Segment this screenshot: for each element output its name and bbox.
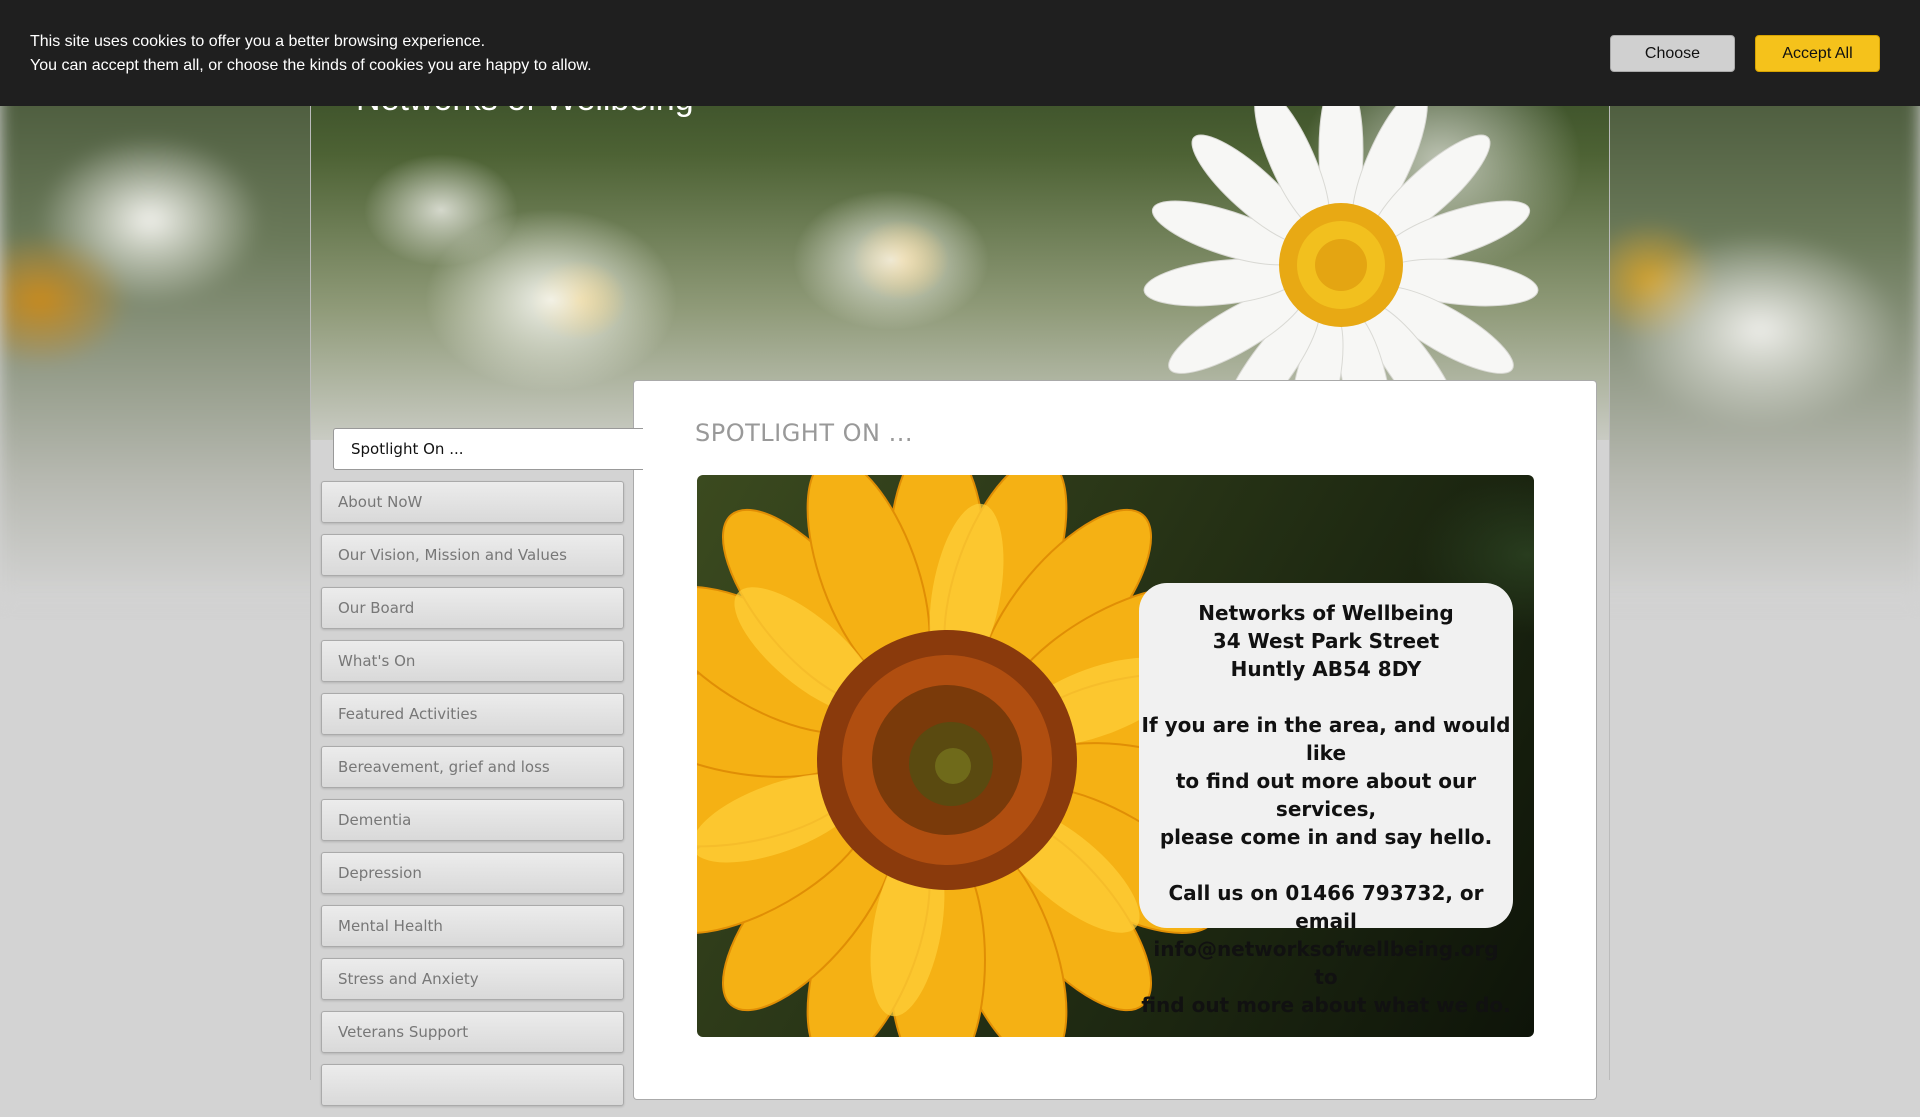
accept-all-cookies-button[interactable]: Accept All: [1755, 35, 1880, 72]
card-invite-line-1: If you are in the area, and would like: [1141, 713, 1511, 765]
card-call-line-1: Call us on 01466 793732, or email: [1168, 881, 1484, 933]
sidebar-item-our-board[interactable]: Our Board: [321, 587, 624, 629]
choose-cookies-button[interactable]: Choose: [1610, 35, 1735, 72]
card-invite-line-3: please come in and say hello.: [1159, 825, 1493, 849]
contact-info-card: Networks of Wellbeing 34 West Park Stree…: [1139, 583, 1513, 1017]
sidebar-item-featured-activities[interactable]: Featured Activities: [321, 693, 624, 735]
card-town: Huntly AB54 8DY: [1230, 657, 1422, 681]
sidebar-item-current[interactable]: Spotlight On ...: [333, 428, 643, 470]
cookie-message-line-2: You can accept them all, or choose the k…: [30, 57, 592, 74]
sidebar-item-stress-anxiety[interactable]: Stress and Anxiety: [321, 958, 624, 1000]
card-street: 34 West Park Street: [1212, 629, 1440, 653]
sidebar-item-about-now[interactable]: About NoW: [321, 481, 624, 523]
sidebar-item-bereavement[interactable]: Bereavement, grief and loss: [321, 746, 624, 788]
card-call-line-2: info@networksofwellbeing.org to: [1153, 937, 1499, 989]
card-call-line-3: find out more about what we do.: [1141, 993, 1511, 1017]
page-title: SPOTLIGHT ON ...: [695, 419, 913, 447]
cookie-message: This site uses cookies to offer you a be…: [30, 30, 592, 78]
card-invite-line-2: to find out more about our services,: [1175, 769, 1477, 821]
spotlight-image: Networks of Wellbeing 34 West Park Stree…: [697, 475, 1534, 1037]
sidebar-item-mental-health[interactable]: Mental Health: [321, 905, 624, 947]
sidebar-item-vision-mission-values[interactable]: Our Vision, Mission and Values: [321, 534, 624, 576]
sidebar-item-dementia[interactable]: Dementia: [321, 799, 624, 841]
sidebar-item-veterans-support[interactable]: Veterans Support: [321, 1011, 624, 1053]
card-org-name: Networks of Wellbeing: [1198, 601, 1454, 625]
sidebar-item-partial[interactable]: [321, 1064, 624, 1106]
sidebar-nav: About NoW Our Vision, Mission and Values…: [321, 481, 624, 1117]
sidebar-item-depression[interactable]: Depression: [321, 852, 624, 894]
cookie-message-line-1: This site uses cookies to offer you a be…: [30, 33, 486, 50]
main-content-panel: SPOTLIGHT ON ... Networks of Wellbeing 3…: [633, 380, 1597, 1100]
page-container: Networks of Wellbeing Spotlight On ... A…: [310, 0, 1610, 1106]
cookie-banner: This site uses cookies to offer you a be…: [0, 0, 1920, 106]
sidebar-item-whats-on[interactable]: What's On: [321, 640, 624, 682]
